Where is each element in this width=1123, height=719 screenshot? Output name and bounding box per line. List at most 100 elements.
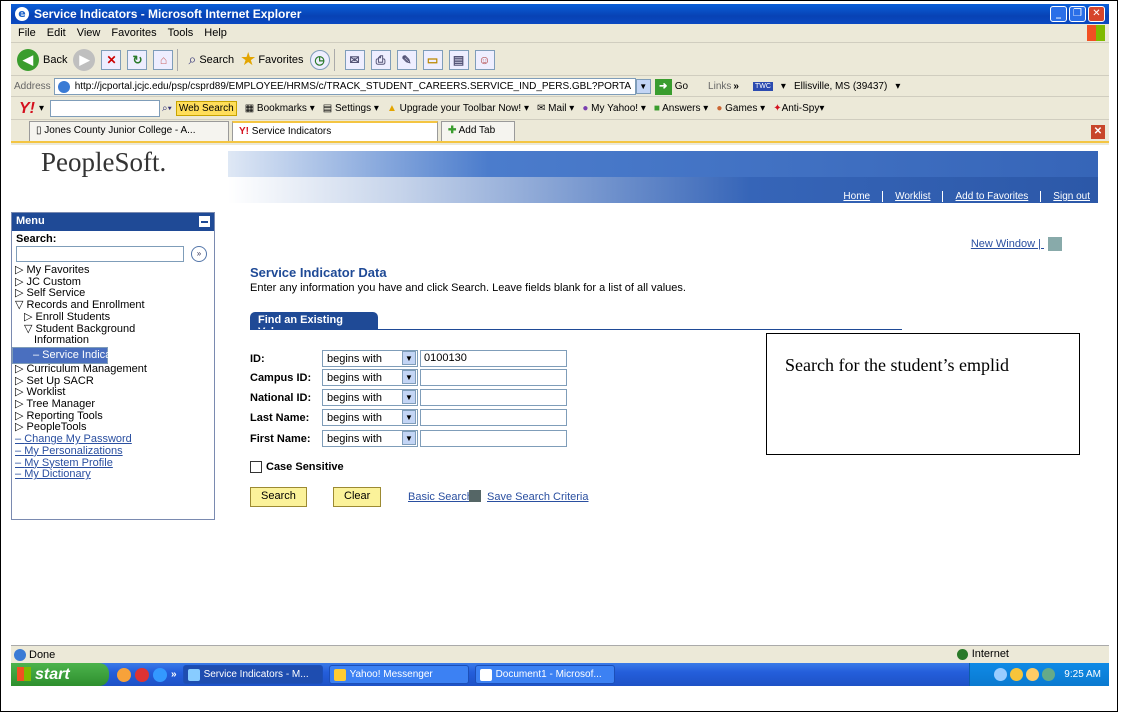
taskbar-item[interactable]: Document1 - Microsof... [474, 665, 615, 684]
search-button[interactable]: Search [250, 487, 307, 507]
campus-id-operator-select[interactable]: begins with ▼ [322, 369, 418, 386]
page-content: PeopleSoft. Home Worklist Add to Favorit… [11, 145, 1109, 645]
tab-service-indicators[interactable]: Y! Service Indicators [232, 121, 438, 141]
menu-edit[interactable]: Edit [47, 27, 66, 39]
campus-id-input[interactable] [420, 369, 567, 386]
tab-jones-county[interactable]: ▯ Jones County Junior College - A... [29, 121, 229, 141]
bookmarks-button[interactable]: ▦ Bookmarks ▾ [245, 103, 315, 114]
settings-button[interactable]: ▤ Settings ▾ [323, 103, 379, 114]
id-input[interactable]: 0100130 [420, 350, 567, 367]
menu-file[interactable]: File [18, 27, 36, 39]
tray-icon[interactable] [1010, 668, 1024, 681]
minimize-button[interactable]: _ [1050, 6, 1067, 22]
print-page-icon[interactable] [1048, 237, 1062, 251]
toolbar-separator [333, 48, 335, 71]
collapse-icon[interactable] [199, 216, 210, 227]
yahoo-logo-icon[interactable]: Y! [19, 100, 35, 118]
address-input[interactable]: http://jcportal.jcjc.edu/psp/csprd89/EMP… [53, 78, 636, 95]
checkbox-box[interactable] [250, 461, 262, 473]
taskbar-item[interactable]: Service Indicators - M... [182, 665, 323, 684]
weather-dropdown-icon[interactable]: ▾ [781, 81, 786, 92]
national-id-operator-select[interactable]: begins with ▼ [322, 389, 418, 406]
go-arrow-icon[interactable]: ➜ [654, 78, 672, 95]
yahoo-menu-chevron-icon[interactable]: ▾ [39, 103, 44, 114]
favorites-button[interactable]: ★ Favorites [240, 49, 303, 70]
taskbar-item[interactable]: Yahoo! Messenger [328, 665, 469, 684]
links-button[interactable]: Links [708, 81, 731, 92]
tray-icon[interactable] [1026, 668, 1040, 681]
tray-icon[interactable] [1042, 668, 1056, 681]
games-button[interactable]: ● Games ▾ [716, 103, 765, 114]
mail-button[interactable]: ✉ Mail ▾ [537, 103, 574, 114]
new-window-link[interactable]: New Window | [971, 237, 1062, 251]
chevron-right-icon[interactable]: » [171, 669, 177, 680]
mail-icon[interactable]: ✉ [344, 49, 365, 70]
menu-item-label: Curriculum Management [26, 362, 147, 375]
search-button[interactable]: ⌕ Search [188, 51, 234, 68]
national-id-input[interactable] [420, 389, 567, 406]
history-icon[interactable]: ◷ [309, 49, 330, 70]
chevron-right-icon[interactable]: » [733, 81, 739, 92]
folder-icon[interactable]: ▭ [422, 49, 443, 70]
stop-icon[interactable]: ✕ [101, 49, 122, 70]
close-tab-icon[interactable]: ✕ [1091, 125, 1105, 139]
taskbar-item-label: Yahoo! Messenger [349, 669, 433, 680]
magnifier-icon[interactable]: ⌕▾ [162, 103, 172, 114]
menu-item-label: Tree Manager [26, 398, 96, 411]
menu-tools[interactable]: Tools [168, 27, 194, 39]
save-icon[interactable] [469, 490, 481, 502]
tray-icon[interactable] [994, 668, 1008, 681]
menu-favorites[interactable]: Favorites [111, 27, 156, 39]
last-name-operator-select[interactable]: begins with ▼ [322, 409, 418, 426]
menu-item-selected[interactable]: – Service Indicators [12, 346, 130, 364]
upgrade-button[interactable]: ▲ Upgrade your Toolbar Now! ▾ [387, 103, 529, 114]
menu-link[interactable]: – My Dictionary [12, 468, 214, 481]
chevron-down-icon[interactable]: ▼ [402, 431, 416, 445]
maximize-button[interactable]: ❐ [1069, 6, 1086, 22]
quick-launch-icon[interactable] [153, 667, 167, 682]
clock[interactable]: 9:25 AM [1064, 669, 1101, 680]
forward-button[interactable]: ▶ [73, 48, 96, 71]
field-label: First Name: [250, 432, 311, 445]
address-dropdown-icon[interactable]: ▼ [635, 79, 651, 94]
weather-menu-icon[interactable]: ▾ [895, 81, 900, 92]
quick-launch-icon[interactable] [117, 667, 131, 682]
yahoo-search-input[interactable] [50, 100, 161, 117]
status-bar: Done Internet [11, 645, 1109, 663]
my-yahoo-button[interactable]: ● My Yahoo! ▾ [582, 103, 646, 114]
go-button[interactable]: Go [675, 81, 688, 92]
antispy-button[interactable]: ✦Anti-Spy▾ [773, 103, 824, 114]
first-name-operator-select[interactable]: begins with ▼ [322, 430, 418, 447]
chevron-down-icon[interactable]: ▼ [402, 410, 416, 424]
id-operator-select[interactable]: begins with ▼ [322, 350, 418, 367]
menu-view[interactable]: View [77, 27, 101, 39]
save-search-criteria-link[interactable]: Save Search Criteria [487, 491, 589, 503]
research-icon[interactable]: ▤ [448, 49, 469, 70]
last-name-input[interactable] [420, 409, 567, 426]
first-name-input[interactable] [420, 430, 567, 447]
menu-search-go-icon[interactable]: » [191, 246, 207, 262]
home-icon[interactable]: ⌂ [153, 49, 174, 70]
quick-launch-icon[interactable] [135, 667, 149, 682]
web-search-button[interactable]: Web Search [175, 101, 237, 116]
messenger-icon[interactable]: ☺ [474, 49, 495, 70]
back-button[interactable]: ◀ Back [17, 48, 67, 71]
chevron-down-icon[interactable]: ▼ [402, 370, 416, 384]
edit-icon[interactable]: ✎ [396, 49, 417, 70]
field-row-last-name: Last Name: begins with ▼ [250, 409, 567, 426]
menu-search-input[interactable] [16, 246, 184, 262]
menu-help[interactable]: Help [204, 27, 227, 39]
find-existing-value-tab[interactable]: Find an Existing Value [250, 312, 378, 338]
close-button[interactable]: ✕ [1088, 6, 1105, 22]
basic-search-link[interactable]: Basic Search [408, 491, 473, 503]
case-sensitive-checkbox[interactable]: Case Sensitive [250, 461, 344, 473]
refresh-icon[interactable]: ↻ [127, 49, 148, 70]
add-tab-button[interactable]: ✚ Add Tab [441, 121, 515, 141]
start-button[interactable]: start [11, 663, 109, 686]
weather-location[interactable]: Ellisville, MS (39437) [794, 81, 887, 92]
print-icon[interactable]: ⎙ [370, 49, 391, 70]
chevron-down-icon[interactable]: ▼ [402, 351, 416, 365]
answers-button[interactable]: ■ Answers ▾ [654, 103, 708, 114]
clear-button[interactable]: Clear [333, 487, 382, 507]
chevron-down-icon[interactable]: ▼ [402, 390, 416, 404]
